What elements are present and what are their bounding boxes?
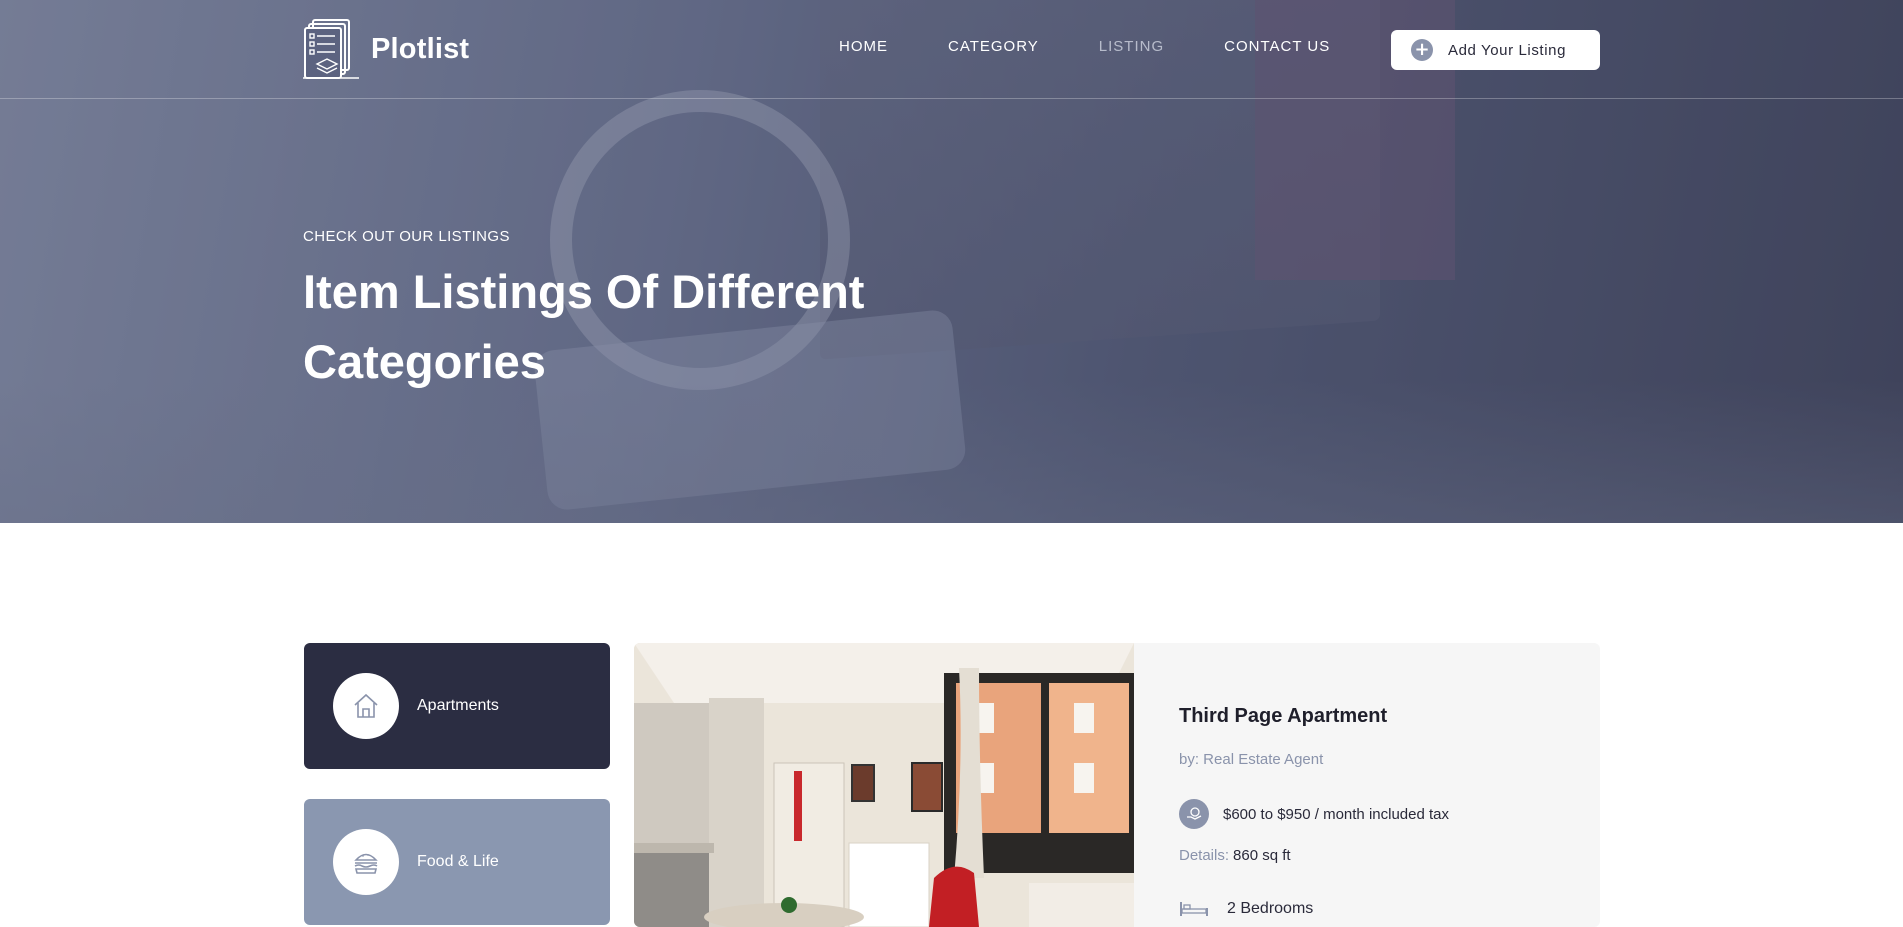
- listing-title[interactable]: Third Page Apartment: [1179, 705, 1387, 728]
- nav-category[interactable]: CATEGORY: [948, 38, 1039, 55]
- hero-banner: Plotlist HOME CATEGORY LISTING CONTACT U…: [0, 0, 1903, 523]
- hero-text: CHECK OUT OUR LISTINGS Item Listings Of …: [303, 228, 983, 397]
- details-label: Details:: [1179, 847, 1230, 864]
- listing-bedrooms: 2 Bedrooms: [1227, 900, 1314, 917]
- add-listing-label: Add Your Listing: [1448, 41, 1567, 59]
- brand-name: Plotlist: [371, 32, 470, 65]
- category-icon-circle: [333, 829, 399, 895]
- nav-home[interactable]: HOME: [839, 38, 888, 55]
- nav-contact-us[interactable]: CONTACT US: [1224, 38, 1330, 55]
- plus-circle-icon: +: [1411, 39, 1433, 61]
- listing-price-row: $600 to $950 / month included tax: [1179, 799, 1449, 829]
- listing-price: $600 to $950 / month included tax: [1223, 805, 1449, 823]
- add-listing-button[interactable]: + Add Your Listing: [1391, 30, 1600, 70]
- category-label: Apartments: [417, 697, 499, 714]
- nav-listing[interactable]: LISTING: [1099, 38, 1164, 55]
- brand-logo[interactable]: Plotlist: [303, 18, 469, 80]
- listing-bedrooms-row: 2 Bedrooms: [1179, 900, 1313, 918]
- house-icon: [354, 693, 378, 718]
- hero-kicker: CHECK OUT OUR LISTINGS: [303, 228, 510, 245]
- burger-icon: [354, 853, 378, 874]
- site-header: Plotlist HOME CATEGORY LISTING CONTACT U…: [0, 0, 1903, 99]
- details-value: 860 sq ft: [1233, 847, 1291, 864]
- category-icon-circle: [333, 673, 399, 739]
- listing-author[interactable]: by: Real Estate Agent: [1179, 751, 1323, 768]
- category-label: Food & Life: [417, 853, 499, 870]
- apartment-interior-image: [634, 643, 1134, 927]
- listing-card[interactable]: Third Page Apartment by: Real Estate Age…: [634, 643, 1600, 927]
- money-hand-icon: [1179, 799, 1209, 829]
- category-apartments[interactable]: Apartments: [304, 643, 610, 769]
- bed-icon: [1180, 902, 1208, 916]
- checklist-logo-icon: [303, 19, 359, 79]
- listing-details: Details: 860 sq ft: [1179, 847, 1291, 864]
- main-nav: HOME CATEGORY LISTING CONTACT US: [839, 38, 1390, 55]
- listing-photo[interactable]: [634, 643, 1134, 927]
- hero-title: Item Listings Of Different Categories: [303, 265, 865, 388]
- category-food-life[interactable]: Food & Life: [304, 799, 610, 925]
